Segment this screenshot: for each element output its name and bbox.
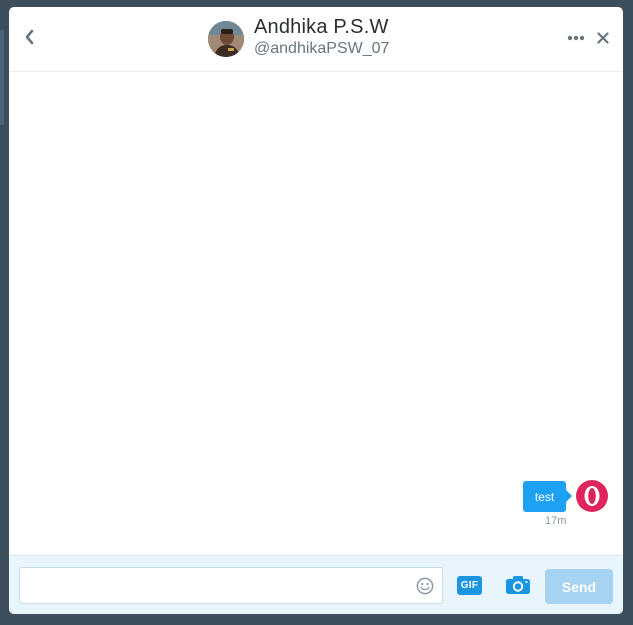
- message-bubble[interactable]: test: [523, 481, 566, 512]
- message-bubble-tail: [566, 490, 572, 502]
- message-timestamp: 17m: [545, 515, 567, 527]
- message-input[interactable]: [19, 567, 443, 604]
- send-button[interactable]: Send: [545, 569, 613, 604]
- opera-logo-icon: [584, 486, 600, 506]
- message-composer: GIF Send: [9, 555, 623, 614]
- profile-photo: [208, 21, 244, 57]
- dm-conversation-modal: Andhika P.S.W @andhikaPSW_07 test 17m GI…: [9, 7, 623, 614]
- emoji-icon: [416, 577, 434, 595]
- conversation-header: Andhika P.S.W @andhikaPSW_07: [9, 7, 623, 72]
- close-button[interactable]: [595, 29, 611, 47]
- close-icon: [597, 32, 609, 44]
- backdrop-edge: [0, 30, 4, 125]
- gif-button[interactable]: GIF: [457, 576, 482, 595]
- add-photo-button[interactable]: [505, 574, 531, 596]
- sender-avatar[interactable]: [576, 480, 608, 512]
- camera-icon: [506, 576, 530, 594]
- ellipsis-icon: [567, 35, 585, 41]
- back-button[interactable]: [19, 25, 39, 49]
- message-list: test 17m: [9, 73, 623, 554]
- emoji-button[interactable]: [415, 576, 435, 596]
- message-text: test: [534, 489, 555, 504]
- gif-label: GIF: [460, 580, 479, 591]
- page-title[interactable]: Andhika P.S.W: [254, 16, 389, 38]
- user-handle[interactable]: @andhikaPSW_07: [254, 39, 389, 59]
- chevron-left-icon: [25, 29, 34, 45]
- header-title-block: Andhika P.S.W @andhikaPSW_07: [254, 16, 389, 59]
- avatar[interactable]: [208, 21, 244, 57]
- more-options-button[interactable]: [565, 31, 587, 45]
